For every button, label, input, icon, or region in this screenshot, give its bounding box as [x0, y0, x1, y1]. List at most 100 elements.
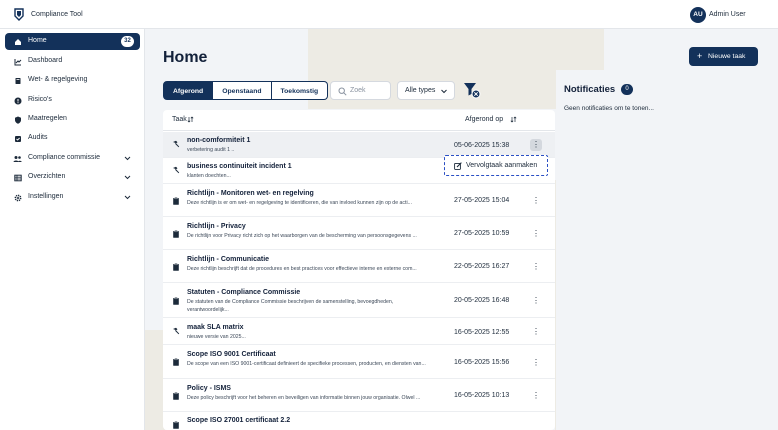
table-row[interactable]: maak SLA matrix nieuwe versie van 2025..… — [163, 319, 555, 345]
task-description: Deze richtlijn beschrijft dat de procedu… — [187, 266, 417, 272]
plus-icon: + — [697, 51, 703, 61]
clipboard-icon — [173, 392, 179, 400]
new-task-label: Nieuwe taak — [708, 53, 746, 60]
table-row[interactable]: Scope ISO 9001 Certificaat De scope van … — [163, 346, 555, 379]
table-row[interactable]: Richtlijn - Monitoren wet- en regelving … — [163, 185, 555, 217]
task-description: De statuten van de Compliance Commissie … — [187, 299, 394, 313]
chevron-down-icon[interactable] — [123, 193, 132, 202]
create-followup-task-item[interactable]: Vervolgtaak aanmaken — [466, 162, 537, 169]
notifications-title: Notificaties — [564, 84, 616, 95]
sidebar: Home 32 Dashboard Wet- & regelgeving Ris… — [0, 29, 145, 430]
row-menu-button[interactable]: ⋮ — [530, 390, 542, 402]
task-title: Scope ISO 9001 Certificaat — [187, 351, 276, 358]
type-select[interactable]: Alle types — [397, 81, 455, 100]
search-placeholder: Zoek — [350, 87, 366, 94]
background-decoration — [145, 330, 165, 430]
edit-icon — [454, 162, 462, 170]
chevron-down-icon[interactable] — [123, 173, 132, 182]
table-header: Taak Afgerond op — [163, 110, 555, 131]
task-description: nieuwe versie van 2025... — [187, 334, 246, 340]
clipboard-icon — [173, 297, 179, 305]
new-task-button[interactable]: + Nieuwe taak — [689, 47, 758, 66]
task-date: 27-05-2025 15:04 — [454, 197, 510, 204]
task-date: 20-05-2025 16:48 — [454, 297, 510, 304]
sidebar-item-risicos[interactable]: Risico's — [5, 92, 140, 109]
sidebar-item-label: Risico's — [28, 96, 52, 103]
sidebar-item-dashboard[interactable]: Dashboard — [5, 53, 140, 70]
sort-icon[interactable] — [187, 116, 194, 123]
chevron-down-icon — [441, 89, 447, 94]
task-description: De richtlijn voor Privacy richt zich op … — [187, 233, 417, 239]
hammer-icon — [173, 140, 180, 148]
book-icon — [13, 76, 22, 85]
top-bar: Compliance Tool AU Admin User — [0, 0, 778, 29]
table-row[interactable]: Statuten - Compliance Commissie De statu… — [163, 284, 555, 318]
task-title: Scope ISO 27001 certificaat 2.2 — [187, 417, 291, 424]
row-menu-button[interactable]: ⋮ — [530, 261, 542, 273]
notifications-panel — [556, 70, 706, 430]
sidebar-item-label: Wet- & regelgeving — [28, 76, 88, 83]
home-count-badge: 32 — [121, 36, 134, 47]
clipboard-icon — [173, 197, 179, 205]
notifications-count-badge: 0 — [621, 84, 633, 95]
tab-openstaand[interactable]: Openstaand — [213, 81, 272, 100]
sidebar-item-label: Instellingen — [28, 193, 64, 200]
task-title: Richtlijn - Privacy — [187, 223, 246, 230]
tab-afgerond[interactable]: Afgerond — [163, 81, 214, 100]
filter-clear-icon[interactable] — [463, 82, 481, 99]
table-row[interactable]: Richtlijn - Privacy De richtlijn voor Pr… — [163, 218, 555, 250]
table-row[interactable]: Scope ISO 27001 certificaat 2.2 — [163, 413, 555, 430]
page-title: Home — [163, 49, 208, 66]
column-header-task[interactable]: Taak — [172, 116, 187, 123]
tab-toekomstig[interactable]: Toekomstig — [271, 81, 329, 100]
sidebar-item-audits[interactable]: Audits — [5, 130, 140, 147]
sidebar-item-overzichten[interactable]: Overzichten — [5, 169, 140, 186]
gear-icon — [13, 193, 22, 202]
row-menu-button[interactable]: ⋮ — [530, 228, 542, 240]
row-menu-button[interactable]: ⋮ — [530, 139, 542, 151]
avatar[interactable]: AU — [690, 7, 706, 23]
task-date: 16-05-2025 10:13 — [454, 392, 510, 399]
shield-icon — [13, 115, 22, 124]
clipboard-icon — [173, 263, 179, 271]
table-icon — [13, 173, 22, 182]
sidebar-item-instellingen[interactable]: Instellingen — [5, 189, 140, 206]
sidebar-item-home[interactable]: Home 32 — [5, 33, 140, 50]
app-name: Compliance Tool — [31, 11, 83, 18]
clipboard-icon — [173, 358, 179, 366]
alert-icon — [13, 96, 22, 105]
status-tabs: Afgerond Openstaand Toekomstig — [163, 81, 329, 100]
sidebar-item-maatregelen[interactable]: Maatregelen — [5, 111, 140, 128]
row-menu-button[interactable]: ⋮ — [530, 326, 542, 338]
clipboard-icon — [173, 230, 179, 238]
audit-icon — [13, 134, 22, 143]
chart-icon — [13, 57, 22, 66]
user-name[interactable]: Admin User — [709, 11, 746, 18]
sort-icon[interactable] — [510, 116, 517, 123]
row-menu-button[interactable]: ⋮ — [530, 357, 542, 369]
row-menu-button[interactable]: ⋮ — [530, 295, 542, 307]
shield-logo-icon[interactable] — [14, 8, 24, 21]
search-input[interactable]: Zoek — [330, 81, 391, 100]
task-date: 16-05-2025 12:55 — [454, 329, 510, 336]
table-row[interactable]: Richtlijn - Communicatie Deze richtlijn … — [163, 251, 555, 283]
task-description: klanten doechten... — [187, 173, 231, 179]
column-header-completed-on[interactable]: Afgerond op — [465, 116, 503, 123]
sidebar-item-wet-regelgeving[interactable]: Wet- & regelgeving — [5, 72, 140, 89]
row-menu-button[interactable]: ⋮ — [530, 195, 542, 207]
table-row[interactable]: Policy - ISMS Deze policy beschrijft voo… — [163, 380, 555, 412]
task-description: Deze policy beschrijft voor het beheren … — [187, 395, 421, 401]
people-icon — [13, 154, 22, 163]
sidebar-item-label: Dashboard — [28, 57, 63, 64]
task-date: 22-05-2025 16:27 — [454, 263, 510, 270]
task-title: Richtlijn - Communicatie — [187, 256, 270, 263]
task-title: business continuiteit incident 1 — [187, 163, 292, 170]
task-date: 16-05-2025 15:56 — [454, 359, 510, 366]
task-date: 05-06-2025 15:38 — [454, 142, 510, 149]
chevron-down-icon[interactable] — [123, 154, 132, 163]
sidebar-item-label: Home — [28, 37, 47, 44]
sidebar-item-label: Overzichten — [28, 173, 66, 180]
task-title: Policy - ISMS — [187, 385, 231, 392]
search-icon — [338, 87, 347, 96]
sidebar-item-compliance-commissie[interactable]: Compliance commissie — [5, 150, 140, 167]
